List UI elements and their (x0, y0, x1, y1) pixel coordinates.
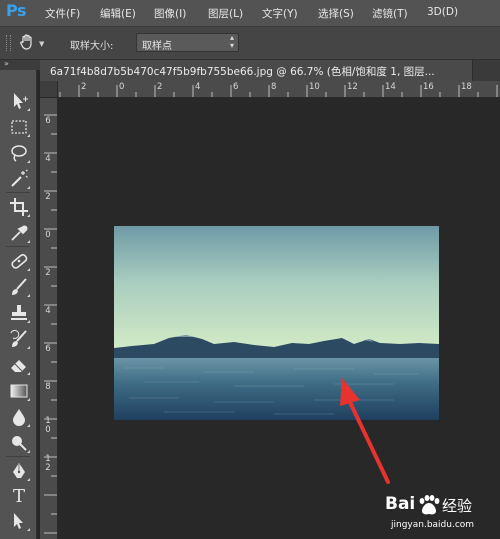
ruler-label: 8 (271, 82, 277, 92)
options-bar: ▼ 取样大小: 取样点 ▴ ▾ (0, 27, 500, 60)
document-tab-title: 6a71f4b8d7b5b470c47f5b9fb755be66.jpg @ 6… (50, 66, 435, 78)
pen-tool-icon[interactable] (8, 460, 30, 482)
ruler-label: 0 (119, 82, 125, 92)
ruler-label: 1 0 (45, 416, 51, 435)
history-brush-icon[interactable] (8, 328, 30, 350)
tool-preset-arrow-icon[interactable]: ▼ (39, 40, 44, 48)
move-tool-icon[interactable] (8, 90, 30, 112)
ruler-label: 14 (385, 82, 396, 92)
path-selection-icon[interactable] (8, 510, 30, 532)
clone-stamp-icon[interactable] (8, 302, 30, 324)
ruler-label: 6 (45, 344, 51, 354)
healing-brush-icon[interactable] (8, 250, 30, 272)
document-tab[interactable]: 6a71f4b8d7b5b470c47f5b9fb755be66.jpg @ 6… (40, 60, 473, 81)
ruler-label: 10 (309, 82, 320, 92)
sample-size-label: 取样大小: (70, 41, 114, 52)
ruler-label: 16 (423, 82, 434, 92)
blur-tool-icon[interactable] (8, 406, 30, 428)
toolbox: T (0, 70, 37, 539)
sample-size-select[interactable]: 取样点 ▴ ▾ (136, 33, 239, 52)
red-arrow-annotation (340, 378, 390, 484)
ruler-label: 4 (45, 306, 51, 316)
sample-size-value: 取样点 (142, 41, 172, 52)
ruler-label: 2 (45, 192, 51, 202)
menu-bar: Ps 文件(F) 编辑(E) 图像(I) 图层(L) 文字(Y) 选择(S) 滤… (0, 0, 500, 27)
select-arrows-icon: ▴ ▾ (229, 33, 234, 50)
lasso-tool-icon[interactable] (8, 142, 30, 164)
dodge-tool-icon[interactable] (8, 432, 30, 454)
eyedropper-icon[interactable] (8, 222, 30, 244)
menu-select[interactable]: 选择(S) (318, 6, 354, 21)
ruler-label: 6 (45, 116, 51, 126)
marquee-tool-icon[interactable] (8, 116, 30, 138)
menu-type[interactable]: 文字(Y) (262, 6, 298, 21)
menu-3d[interactable]: 3D(D) (427, 6, 458, 18)
brush-tool-icon[interactable] (8, 276, 30, 298)
paw-icon (419, 495, 440, 515)
photoshop-logo: Ps (6, 1, 26, 20)
watermark-suffix: 经验 (442, 497, 473, 515)
ruler-label: 12 (347, 82, 358, 92)
hand-eyedropper-icon[interactable] (18, 33, 36, 51)
ruler-label: 0 (45, 230, 51, 240)
ruler-label: 2 (157, 82, 163, 92)
ruler-label: 2 (81, 82, 87, 92)
options-bar-grip[interactable] (6, 35, 11, 51)
ruler-label: 18 (461, 82, 472, 92)
ruler-label: 4 (195, 82, 201, 92)
ruler-origin[interactable] (40, 81, 58, 98)
type-tool-icon[interactable]: T (8, 486, 30, 508)
ruler-label: 1 2 (45, 454, 51, 473)
ruler-label: 4 (45, 154, 51, 164)
horizontal-ruler[interactable]: 2 0 2 4 6 8 10 12 14 16 18 (58, 81, 500, 98)
eraser-tool-icon[interactable] (8, 354, 30, 376)
watermark-brand: Bai (385, 494, 416, 514)
menu-filter[interactable]: 滤镜(T) (372, 6, 408, 21)
toolbox-collapse-icon[interactable]: » (4, 59, 9, 68)
menu-file[interactable]: 文件(F) (45, 6, 80, 21)
ruler-label: 6 (233, 82, 239, 92)
baidu-watermark: Bai 经验 (380, 484, 500, 539)
ruler-label: 8 (45, 382, 51, 392)
menu-edit[interactable]: 编辑(E) (100, 6, 136, 21)
gradient-tool-icon[interactable] (8, 380, 30, 402)
crop-tool-icon[interactable] (8, 196, 30, 218)
ruler-label: 2 (45, 268, 51, 278)
magic-wand-icon[interactable] (8, 168, 30, 190)
menu-image[interactable]: 图像(I) (154, 6, 186, 21)
vertical-ruler[interactable]: 6 4 2 0 2 4 6 8 1 0 1 2 (40, 98, 58, 539)
menu-layer[interactable]: 图层(L) (208, 6, 243, 21)
watermark-url: jingyan.baidu.com (391, 520, 475, 530)
